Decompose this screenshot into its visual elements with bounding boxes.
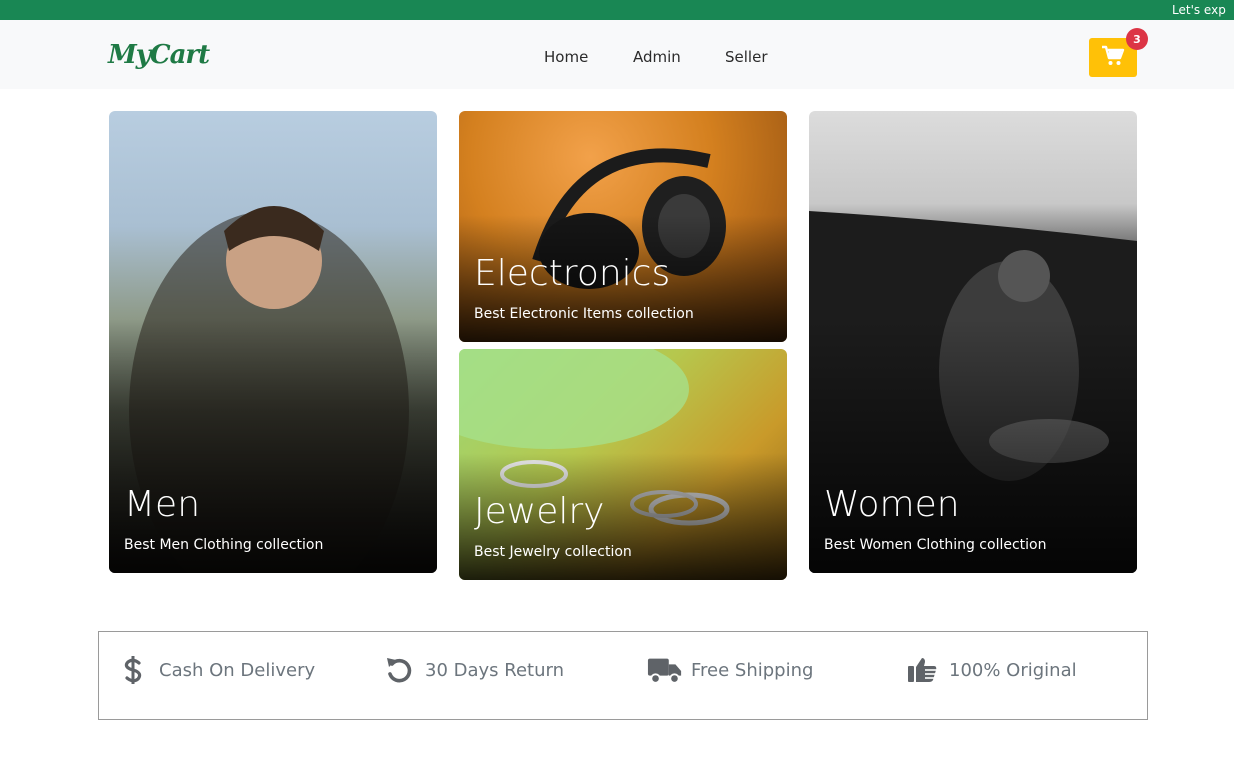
cart-icon — [1101, 45, 1125, 71]
nav-link-admin[interactable]: Admin — [633, 48, 681, 66]
nav-link-seller[interactable]: Seller — [725, 48, 767, 66]
feature-label: 100% Original — [949, 659, 1077, 681]
category-card-men[interactable]: Men Best Men Clothing collection — [109, 111, 437, 573]
cart-count-badge: 3 — [1126, 28, 1148, 50]
card-subtitle: Best Men Clothing collection — [124, 537, 324, 553]
feature-label: Cash On Delivery — [159, 659, 316, 681]
card-overlay — [809, 318, 1137, 573]
card-subtitle: Best Jewelry collection — [474, 544, 632, 560]
card-title: Jewelry — [474, 491, 605, 532]
category-card-jewelry[interactable]: Jewelry Best Jewelry collection — [459, 349, 787, 580]
card-subtitle: Best Electronic Items collection — [474, 306, 694, 322]
feature-100-original: 100% Original — [905, 652, 1077, 688]
feature-free-shipping: Free Shipping — [647, 652, 813, 688]
feature-label: 30 Days Return — [425, 659, 564, 681]
features-bar: Cash On Delivery 30 Days Return Free Shi… — [98, 631, 1148, 720]
card-title: Women — [824, 484, 960, 525]
card-overlay — [109, 318, 437, 573]
announcement-text: Let's exp — [1172, 3, 1226, 17]
thumbs-up-icon — [905, 652, 941, 688]
announcement-bar: Let's exp — [0, 0, 1234, 20]
card-title: Electronics — [474, 253, 671, 294]
feature-30-days-return: 30 Days Return — [381, 652, 564, 688]
nav-link-home[interactable]: Home — [544, 48, 588, 66]
navbar: MyCart Home Admin Seller 3 — [0, 20, 1234, 89]
card-title: Men — [124, 484, 201, 525]
undo-icon — [381, 652, 417, 688]
card-subtitle: Best Women Clothing collection — [824, 537, 1047, 553]
brand-logo[interactable]: MyCart — [108, 40, 210, 70]
category-card-women[interactable]: Women Best Women Clothing collection — [809, 111, 1137, 573]
feature-cash-on-delivery: Cash On Delivery — [115, 652, 315, 688]
truck-icon — [647, 652, 683, 688]
feature-label: Free Shipping — [691, 659, 814, 681]
dollar-icon — [115, 652, 151, 688]
category-card-electronics[interactable]: Electronics Best Electronic Items collec… — [459, 111, 787, 342]
